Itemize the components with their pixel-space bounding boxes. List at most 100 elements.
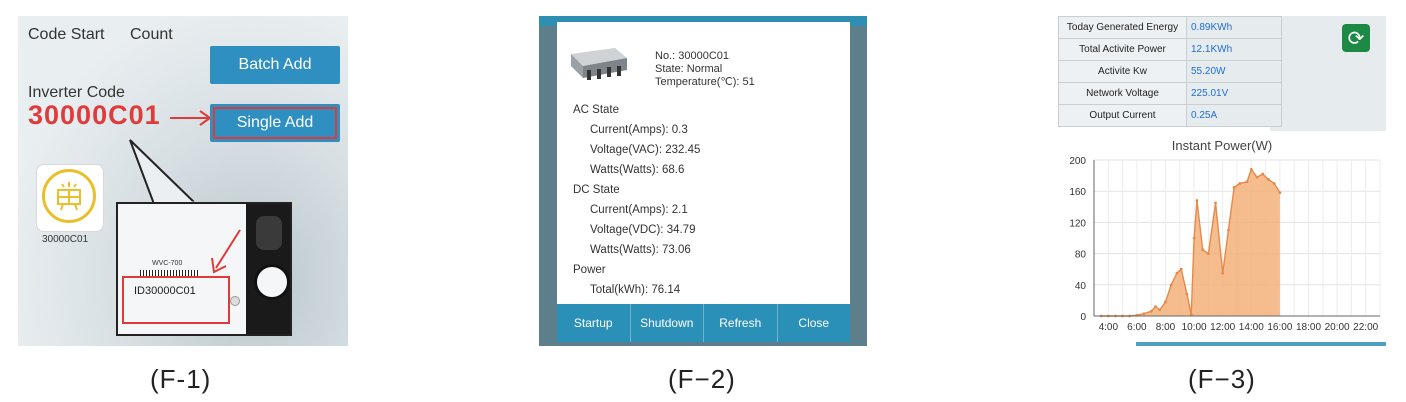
refresh-icon[interactable]: ⟳ <box>1342 24 1370 52</box>
row-value: 225.01V <box>1186 82 1282 105</box>
data-point <box>1261 172 1265 176</box>
data-point <box>1249 167 1253 171</box>
panel-f1: Code Start Count Batch Add Inverter Code… <box>18 16 348 346</box>
instant-power-chart: 0 40 80 120 160 200 4:00 6:00 8:00 10:00 12:00 14:0… <box>1069 156 1381 333</box>
table-row: Activite Kw 55.20W <box>1058 60 1282 83</box>
data-point <box>1185 292 1189 296</box>
data-point <box>1255 175 1259 179</box>
caption-f3: (F−3) <box>1188 364 1256 394</box>
data-point <box>1278 191 1282 195</box>
data-point <box>1189 313 1193 316</box>
device-number: No.: 30000C01 <box>655 50 729 62</box>
inverter-device-image <box>571 48 627 80</box>
inverter-icon <box>42 169 96 223</box>
y-tick-label: 160 <box>1069 187 1086 198</box>
data-point <box>1149 309 1153 313</box>
device-state: State: Normal <box>655 63 723 75</box>
row-value: 0.25A <box>1186 104 1282 127</box>
dc-state-heading: DC State <box>573 184 620 196</box>
y-tick-label: 80 <box>1075 250 1087 261</box>
inverter-detail-dialog: No.: 30000C01 State: Normal Temperature(… <box>557 22 850 342</box>
nameplate-id: ID30000C01 <box>134 285 196 297</box>
inverter-tile[interactable] <box>36 164 104 232</box>
row-value: 0.89KWh <box>1186 16 1282 39</box>
data-point <box>1207 252 1210 255</box>
data-point <box>1164 300 1167 304</box>
bottom-band <box>1136 342 1386 346</box>
batch-add-button[interactable]: Batch Add <box>210 46 340 84</box>
row-value: 12.1KWh <box>1186 38 1282 61</box>
data-point <box>1227 228 1230 232</box>
data-point <box>1158 308 1162 312</box>
panel-f2: No.: 30000C01 State: Normal Temperature(… <box>539 16 867 346</box>
ac-voltage: Voltage(VAC): 232.45 <box>590 144 701 156</box>
table-row: Total Activite Power 12.1KWh <box>1058 38 1282 61</box>
inverter-tile-label: 30000C01 <box>42 234 89 245</box>
row-key: Total Activite Power <box>1058 38 1187 61</box>
row-key: Output Current <box>1058 104 1187 127</box>
chart-title: Instant Power(W) <box>1171 138 1273 153</box>
nameplate-zoom: WVC-700 ID30000C01 <box>116 202 292 336</box>
summary-table: Today Generated Energy 0.89KWh Total Acti… <box>1058 16 1282 127</box>
inverter-body <box>246 204 290 334</box>
single-add-button[interactable]: Single Add <box>210 104 340 142</box>
x-tick-label: 20:00 <box>1325 322 1350 333</box>
data-point <box>1192 236 1196 240</box>
power-total: Total(kWh): 76.14 <box>590 284 681 296</box>
arrow-down-left-icon <box>211 229 241 274</box>
row-value: 55.20W <box>1186 60 1282 83</box>
callout-pointer <box>129 139 199 205</box>
y-tick-label: 0 <box>1080 312 1086 323</box>
x-tick-label: 10:00 <box>1182 322 1207 333</box>
table-row: Today Generated Energy 0.89KWh <box>1058 16 1282 39</box>
caption-f1: (F-1) <box>150 364 212 394</box>
data-point <box>1195 199 1199 202</box>
panel-f3: Today Generated Energy 0.89KWh Total Acti… <box>1058 16 1386 346</box>
data-point <box>1232 185 1236 189</box>
ac-state-heading: AC State <box>573 104 620 116</box>
row-key: Network Voltage <box>1058 82 1187 105</box>
data-point <box>1175 271 1179 275</box>
id-highlight-box <box>122 276 230 324</box>
startup-button[interactable]: Startup <box>557 304 631 342</box>
x-tick-label: 12:00 <box>1210 322 1235 333</box>
nameplate-model: WVC-700 <box>152 260 183 267</box>
y-tick-label: 200 <box>1069 156 1086 167</box>
x-tick-label: 14:00 <box>1239 322 1264 333</box>
dc-voltage: Voltage(VDC): 34.79 <box>590 224 696 236</box>
dialog-button-bar: Startup Shutdown Refresh Close <box>557 304 850 342</box>
dc-current: Current(Amps): 2.1 <box>590 204 688 216</box>
data-point <box>1245 180 1249 184</box>
device-temperature: Temperature(℃): 51 <box>655 76 755 88</box>
x-tick-label: 4:00 <box>1099 322 1119 333</box>
close-button[interactable]: Close <box>778 304 851 342</box>
ac-current: Current(Amps): 0.3 <box>590 124 688 136</box>
y-tick-label: 120 <box>1069 218 1086 229</box>
data-point <box>1238 182 1242 185</box>
table-row: Network Voltage 225.01V <box>1058 82 1282 105</box>
data-point <box>1201 248 1205 252</box>
data-point <box>1142 312 1146 316</box>
dc-watts: Watts(Watts): 73.06 <box>590 244 691 256</box>
count-label: Count <box>130 26 173 43</box>
shutdown-button[interactable]: Shutdown <box>631 304 704 342</box>
x-tick-label: 6:00 <box>1127 322 1147 333</box>
table-row: Output Current 0.25A <box>1058 104 1282 127</box>
screw <box>230 296 240 306</box>
refresh-button[interactable]: Refresh <box>704 304 778 342</box>
data-point <box>1272 182 1276 185</box>
caption-f2: (F−2) <box>668 364 736 394</box>
row-key: Activite Kw <box>1058 60 1187 83</box>
x-tick-label: 16:00 <box>1267 322 1292 333</box>
x-tick-label: 18:00 <box>1296 322 1321 333</box>
code-start-label: Code Start <box>28 26 105 43</box>
x-tick-label: 8:00 <box>1156 322 1176 333</box>
power-heading: Power <box>573 264 606 276</box>
data-point <box>1267 178 1270 181</box>
data-point <box>1214 201 1217 205</box>
y-tick-label: 40 <box>1075 281 1087 292</box>
ac-watts: Watts(Watts): 68.6 <box>590 164 685 176</box>
data-point <box>1221 271 1225 275</box>
inverter-code-value: 30000C01 <box>28 100 161 130</box>
data-point <box>1154 305 1157 309</box>
